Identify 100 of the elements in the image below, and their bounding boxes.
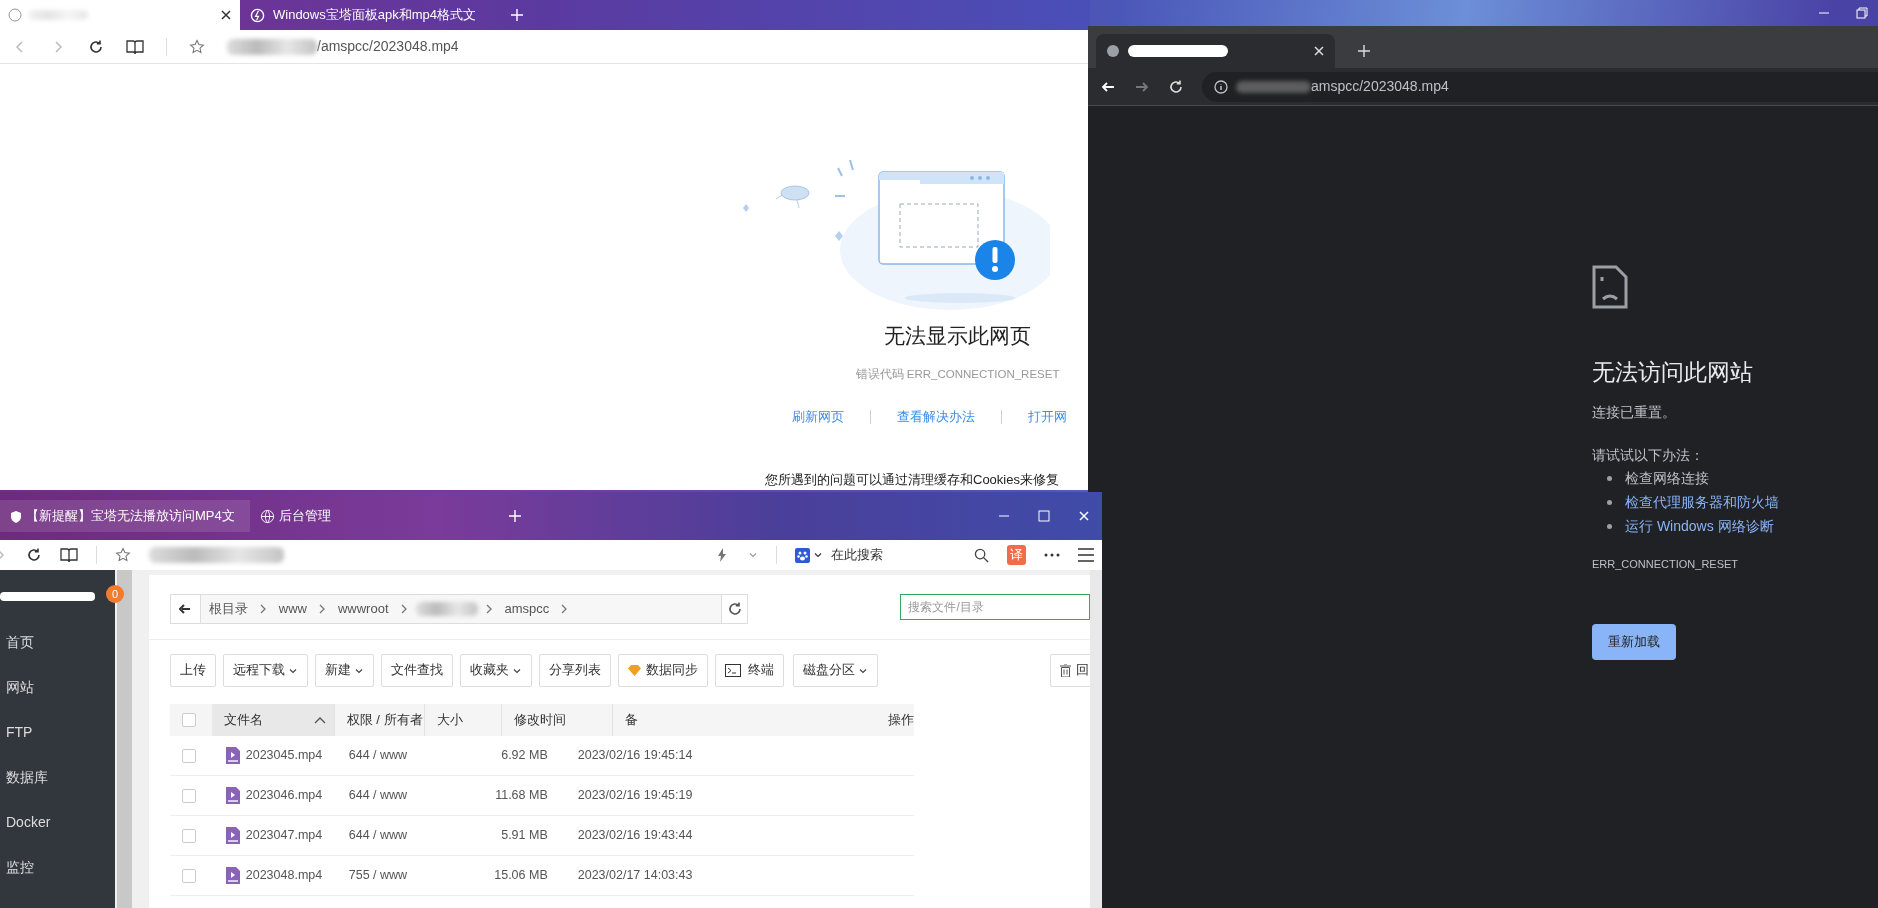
toolbar-button[interactable]: 收藏夹 bbox=[459, 654, 532, 687]
sad-page-icon bbox=[1592, 265, 1628, 309]
toolbar-button[interactable]: 回 bbox=[1050, 654, 1090, 687]
column-header[interactable]: 大小 bbox=[424, 704, 502, 736]
globe-icon bbox=[1106, 44, 1120, 58]
toolbar-button[interactable]: 终端 bbox=[714, 654, 784, 687]
toolbar-button[interactable]: 磁盘分区 bbox=[792, 654, 878, 687]
error-code: ERR_CONNECTION_RESET bbox=[1592, 556, 1740, 572]
video-file-icon bbox=[225, 787, 240, 804]
video-file-icon bbox=[225, 867, 240, 884]
back-icon[interactable] bbox=[179, 604, 192, 614]
new-tab-icon[interactable] bbox=[1357, 44, 1371, 58]
chevron-icon bbox=[485, 604, 493, 614]
suggestions-label: 请试试以下办法： bbox=[1592, 445, 1705, 465]
close-icon[interactable] bbox=[220, 9, 232, 21]
scrollbar[interactable] bbox=[116, 570, 132, 908]
column-header[interactable]: 备 bbox=[612, 704, 638, 736]
blurred-text bbox=[28, 10, 88, 20]
breadcrumb-item[interactable]: wwwroot bbox=[337, 599, 389, 619]
globe-icon bbox=[260, 508, 275, 524]
reload-icon[interactable] bbox=[88, 38, 104, 55]
book-icon[interactable] bbox=[126, 38, 144, 55]
sidebar-item[interactable]: 监控 bbox=[0, 845, 115, 890]
table-cell-text: 11.68 MB bbox=[494, 787, 548, 805]
restore-icon[interactable] bbox=[1856, 7, 1868, 19]
checkbox[interactable] bbox=[181, 788, 196, 803]
column-header[interactable]: 权限 / 所有者 bbox=[334, 704, 425, 736]
paw-icon[interactable] bbox=[795, 547, 810, 563]
browser-tab[interactable]: 后台管理 bbox=[250, 500, 500, 532]
sidebar-item[interactable]: 网站 bbox=[0, 665, 115, 710]
gem-icon bbox=[627, 665, 641, 676]
column-header[interactable]: 修改时间 bbox=[501, 704, 613, 736]
shield-icon bbox=[10, 509, 22, 523]
chevron-icon bbox=[259, 604, 267, 614]
more-icon[interactable] bbox=[1044, 553, 1060, 557]
blurred-text bbox=[415, 602, 478, 616]
browser-tab[interactable] bbox=[1096, 34, 1335, 68]
suggestion-link[interactable]: 检查代理服务器和防火墙 bbox=[1625, 493, 1779, 510]
checkbox[interactable] bbox=[181, 713, 196, 727]
menu-icon[interactable] bbox=[1078, 548, 1094, 562]
scrollbar[interactable] bbox=[1090, 570, 1102, 908]
toolbar-button[interactable]: 数据同步 bbox=[617, 654, 708, 687]
toolbar-button[interactable]: 新建 bbox=[314, 654, 374, 687]
error-title: 无法访问此网站 bbox=[1592, 358, 1754, 387]
chevron-icon bbox=[400, 604, 408, 614]
sidebar-item[interactable]: 首页 bbox=[0, 620, 115, 665]
toolbar-button[interactable]: 文件查找 bbox=[380, 654, 453, 687]
video-file-icon bbox=[225, 827, 240, 844]
error-code: 错误代码 ERR_CONNECTION_RESET bbox=[854, 366, 1061, 382]
breadcrumb-item[interactable]: www bbox=[278, 599, 307, 619]
error-link[interactable]: 打开网 bbox=[1028, 406, 1067, 427]
address-text[interactable]: amspcc/2023048.mp4 bbox=[1311, 76, 1449, 97]
sidebar-item[interactable]: FTP bbox=[0, 710, 115, 755]
address-text[interactable]: /amspcc/2023048.mp4 bbox=[317, 36, 459, 57]
browser-tab[interactable]: 【新提醒】宝塔无法播放访问MP4文 bbox=[0, 500, 250, 532]
star-icon[interactable] bbox=[189, 38, 205, 55]
file-name[interactable]: 2023048.mp4 bbox=[245, 866, 323, 885]
breadcrumb-item[interactable]: 根目录 bbox=[208, 599, 248, 619]
breadcrumb-item[interactable]: amspcc bbox=[504, 599, 550, 619]
notification-badge: 0 bbox=[106, 585, 124, 603]
file-name[interactable]: 2023046.mp4 bbox=[245, 786, 323, 805]
sidebar-item[interactable]: 数据库 bbox=[0, 755, 115, 800]
checkbox[interactable] bbox=[181, 828, 196, 843]
table-cell-text: 2023/02/16 19:45:14 bbox=[577, 747, 693, 765]
hint-text: 您所遇到的问题可以通过清理缓存和Cookies来修复 bbox=[765, 471, 1060, 490]
reload-button[interactable]: 重新加载 bbox=[1592, 624, 1676, 660]
toolbar-button[interactable]: 上传 bbox=[169, 654, 216, 687]
reload-icon[interactable] bbox=[26, 547, 42, 563]
chevron-icon bbox=[561, 604, 569, 614]
lightning-icon[interactable] bbox=[717, 548, 727, 562]
error-link[interactable]: 查看解决办法 bbox=[897, 406, 975, 427]
reload-icon[interactable] bbox=[726, 601, 743, 617]
toolbar-button[interactable]: 远程下载 bbox=[222, 654, 308, 687]
trash-icon bbox=[1060, 664, 1071, 677]
search-field[interactable]: 在此搜索 bbox=[831, 545, 956, 565]
table-cell-text: 5.91 MB bbox=[500, 827, 548, 845]
checkbox[interactable] bbox=[181, 868, 196, 883]
file-name[interactable]: 2023045.mp4 bbox=[245, 746, 323, 765]
column-header[interactable]: 操作 bbox=[875, 704, 914, 736]
sidebar-item[interactable]: Docker bbox=[0, 800, 115, 845]
column-header[interactable]: 文件名 bbox=[211, 704, 335, 736]
terminal-icon bbox=[724, 664, 741, 677]
table-cell-text: 15.06 MB bbox=[493, 867, 548, 885]
book-icon[interactable] bbox=[60, 547, 78, 563]
error-message: 连接已重置。 bbox=[1592, 402, 1677, 422]
video-file-icon bbox=[225, 747, 240, 764]
table-cell-text: 6.92 MB bbox=[500, 747, 548, 765]
info-icon bbox=[1214, 79, 1228, 94]
star-icon[interactable] bbox=[115, 547, 131, 563]
file-name[interactable]: 2023047.mp4 bbox=[245, 826, 323, 845]
maximize-icon[interactable] bbox=[1038, 510, 1050, 522]
toolbar-button[interactable]: 分享列表 bbox=[538, 654, 611, 687]
checkbox[interactable] bbox=[181, 748, 196, 763]
error-link[interactable]: 刷新网页 bbox=[792, 406, 844, 427]
suggestion-text: 检查网络连接 bbox=[1625, 469, 1709, 486]
reload-icon[interactable] bbox=[1168, 78, 1184, 95]
table-cell-text: 2023/02/16 19:45:19 bbox=[577, 787, 693, 805]
caret-icon bbox=[748, 550, 758, 560]
suggestion-link[interactable]: 运行 Windows 网络诊断 bbox=[1625, 517, 1774, 534]
search-icon[interactable] bbox=[974, 547, 989, 563]
